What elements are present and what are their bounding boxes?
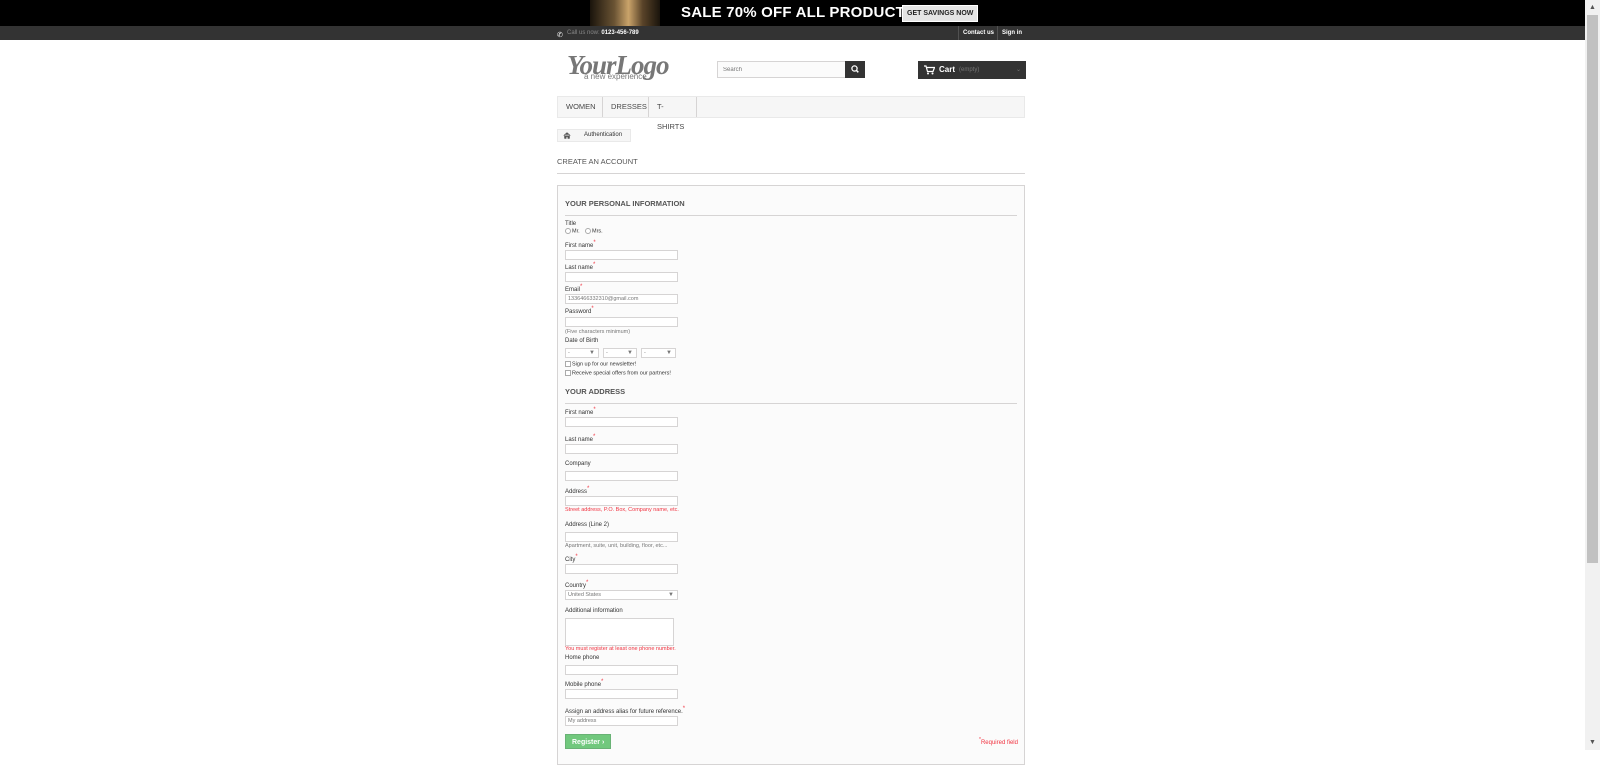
phone-number: 0123-456-789 xyxy=(601,30,639,36)
search-button[interactable] xyxy=(845,61,865,78)
title-mrs-label: Mrs. xyxy=(592,228,603,235)
email-field[interactable] xyxy=(565,294,678,304)
address-line2-field[interactable] xyxy=(565,532,678,542)
dob-month-value: - xyxy=(606,350,608,356)
promo-banner[interactable]: SALE 70% OFF ALL PRODUCTS GET SAVINGS NO… xyxy=(0,0,1585,26)
address-last-name-label: Last name* xyxy=(565,434,596,443)
breadcrumb-current: Authentication xyxy=(584,132,623,138)
address-heading: YOUR ADDRESS xyxy=(565,387,1017,404)
company-field[interactable] xyxy=(565,471,678,481)
password-label: Password* xyxy=(565,306,594,315)
country-select[interactable]: United States ▼ xyxy=(565,590,678,600)
scroll-thumb[interactable] xyxy=(1587,15,1598,563)
address-line2-hint: Apartment, suite, unit, building, floor,… xyxy=(565,543,668,549)
address-field[interactable] xyxy=(565,496,678,506)
title-mr-label: Mr. xyxy=(572,228,580,235)
mobile-phone-field[interactable] xyxy=(565,689,678,699)
site-logo[interactable]: YourLogo a new experience xyxy=(567,50,682,84)
chevron-down-icon: ▼ xyxy=(668,592,674,598)
address-label: Address* xyxy=(565,486,590,495)
scroll-down-arrow-icon[interactable]: ▼ xyxy=(1585,735,1600,750)
city-label: City* xyxy=(565,554,578,563)
dob-year-value: - xyxy=(644,350,646,356)
dob-year-select[interactable]: - ▼ xyxy=(641,348,676,358)
breadcrumb: Authentication xyxy=(557,129,631,142)
banner-model-image xyxy=(590,0,660,26)
mobile-phone-label: Mobile phone* xyxy=(565,679,604,688)
menu-item-dresses[interactable]: DRESSES xyxy=(603,97,649,117)
register-label: Register xyxy=(572,739,601,746)
offers-label: Receive special offers from our partners… xyxy=(572,370,671,377)
personal-info-heading: YOUR PERSONAL INFORMATION xyxy=(565,199,1017,216)
additional-info-label: Additional information xyxy=(565,608,623,614)
dob-label: Date of Birth xyxy=(565,338,599,344)
newsletter-checkbox[interactable]: Sign up for our newsletter! xyxy=(565,361,636,367)
dob-day-value: - xyxy=(568,350,570,356)
page-title: CREATE AN ACCOUNT xyxy=(557,157,1025,174)
dob-month-select[interactable]: - ▼ xyxy=(603,348,637,358)
home-phone-label: Home phone xyxy=(565,655,600,661)
logo-tagline: a new experience xyxy=(584,72,647,81)
page-scrollbar[interactable]: ▲ ▼ xyxy=(1585,0,1600,750)
cart-status: (empty) xyxy=(959,67,980,73)
title-mrs-radio[interactable]: Mrs. xyxy=(585,228,603,234)
chevron-down-icon: ▼ xyxy=(589,350,595,356)
email-label: Email* xyxy=(565,284,583,293)
main-menu: WOMEN DRESSES T-SHIRTS xyxy=(557,96,1025,131)
address-last-name-field[interactable] xyxy=(565,444,678,454)
chevron-down-icon: ▼ xyxy=(627,350,633,356)
additional-info-textarea[interactable] xyxy=(565,618,674,646)
country-label: Country* xyxy=(565,580,589,589)
chevron-down-icon: ▼ xyxy=(666,350,672,356)
first-name-field[interactable] xyxy=(565,250,678,260)
alias-field[interactable] xyxy=(565,716,678,726)
phone-warning: You must register at least one phone num… xyxy=(565,646,676,652)
menu-item-tshirts[interactable]: T-SHIRTS xyxy=(649,97,697,131)
home-phone-field[interactable] xyxy=(565,665,678,675)
password-field[interactable] xyxy=(565,317,678,327)
contact-us-link[interactable]: Contact us xyxy=(958,26,998,40)
chevron-right-icon: › xyxy=(601,739,605,746)
country-value: United States xyxy=(568,592,602,598)
city-field[interactable] xyxy=(565,564,678,574)
chevron-down-icon: ⌄ xyxy=(1015,67,1021,73)
top-nav-bar: ✆ Call us now: 0123-456-789 Contact us Si… xyxy=(0,26,1585,40)
address-line2-label: Address (Line 2) xyxy=(565,522,610,528)
register-button[interactable]: Register › xyxy=(565,734,611,749)
password-hint: (Five characters minimum) xyxy=(565,329,631,335)
required-field-note: *Required field xyxy=(979,737,1018,746)
last-name-label: Last name* xyxy=(565,262,596,271)
newsletter-label: Sign up for our newsletter! xyxy=(572,361,637,368)
cart-button[interactable]: Cart (empty) ⌄ xyxy=(918,61,1026,79)
cart-icon xyxy=(924,65,935,75)
address-hint: Street address, P.O. Box, Company name, … xyxy=(565,507,679,513)
address-first-name-field[interactable] xyxy=(565,417,678,427)
menu-item-women[interactable]: WOMEN xyxy=(558,97,603,117)
dob-day-select[interactable]: - ▼ xyxy=(565,348,599,358)
scroll-up-arrow-icon[interactable]: ▲ xyxy=(1585,0,1600,15)
banner-headline: SALE 70% OFF ALL PRODUCTS xyxy=(681,4,916,21)
call-us-label: Call us now: xyxy=(567,30,600,36)
cart-label: Cart xyxy=(939,65,956,74)
address-first-name-label: First name* xyxy=(565,407,596,416)
home-icon[interactable] xyxy=(563,132,571,139)
search-icon xyxy=(851,65,859,73)
last-name-field[interactable] xyxy=(565,272,678,282)
first-name-label: First name* xyxy=(565,240,596,249)
title-mr-radio[interactable]: Mr. xyxy=(565,228,580,234)
search-input[interactable] xyxy=(717,61,851,78)
company-label: Company xyxy=(565,461,591,467)
title-label: Title xyxy=(565,221,577,227)
alias-label: Assign an address alias for future refer… xyxy=(565,706,686,715)
phone-icon: ✆ xyxy=(557,31,563,39)
offers-checkbox[interactable]: Receive special offers from our partners… xyxy=(565,370,671,376)
sign-in-link[interactable]: Sign in xyxy=(997,26,1026,40)
call-us: ✆ Call us now: 0123-456-789 xyxy=(557,26,639,40)
get-savings-button[interactable]: GET SAVINGS NOW xyxy=(902,5,979,22)
